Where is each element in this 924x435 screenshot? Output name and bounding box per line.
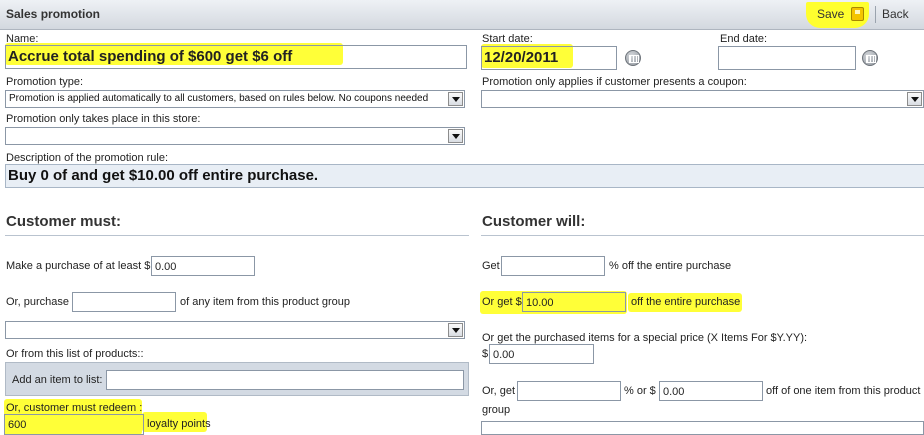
start-date-input[interactable]: 12/20/2011 [481,46,617,70]
loyalty-points-label: loyalty points [147,418,211,430]
store-select[interactable] [5,127,465,145]
add-item-input[interactable] [106,370,464,390]
product-list-label: Or from this list of products:: [6,348,144,360]
calendar-icon[interactable] [625,50,641,66]
customer-will-divider [481,235,924,236]
chevron-down-icon[interactable] [448,92,463,106]
save-icon[interactable] [851,7,864,21]
purchase-label: Make a purchase of at least $ [6,260,151,272]
name-input[interactable]: Accrue total spending of $600 get $6 off [5,45,467,69]
product-group-label: of any item from this product group [180,296,350,308]
coupon-select[interactable] [481,90,924,108]
promotion-type-label: Promotion type: [6,76,84,88]
percent-or-label: % or $ [624,385,656,397]
chevron-down-icon[interactable] [907,92,922,106]
redeem-points-input[interactable]: 600 [4,414,144,435]
special-price-prefix: $ [482,348,489,360]
description-label: Description of the promotion rule: [6,152,169,164]
or-get-suffix: off the entire purchase [631,296,741,308]
end-date-label: End date: [720,33,768,45]
save-button[interactable]: Save [817,7,844,21]
get-percent-input[interactable] [501,256,605,276]
special-price-input[interactable]: 0.00 [489,344,594,364]
title-bar [0,0,924,30]
dollar-off-input[interactable]: 0.00 [659,381,763,401]
purchase-amount-input[interactable]: 0.00 [151,256,255,276]
promotion-type-select[interactable]: Promotion is applied automatically to al… [5,90,465,108]
or-purchase-label: Or, purchase [6,296,69,308]
back-button[interactable]: Back [882,7,909,21]
or-get-item-label: Or, get [482,385,516,397]
promotion-type-value: Promotion is applied automatically to al… [9,93,429,104]
description-text: Buy 0 of and get $10.00 off entire purch… [5,164,924,188]
group-label: group [482,404,511,416]
chevron-down-icon[interactable] [448,129,463,143]
store-label: Promotion only takes place in this store… [6,113,201,125]
chevron-down-icon[interactable] [448,323,463,337]
product-group-select[interactable] [5,321,465,339]
add-item-label: Add an item to list: [12,374,103,386]
reward-group-select[interactable] [481,421,924,435]
or-get-item-quantity-input[interactable] [517,381,621,401]
end-date-input[interactable] [718,46,856,70]
window-title: Sales promotion [6,7,101,21]
redeem-label: Or, customer must redeem : [6,402,143,414]
special-price-label: Or get the purchased items for a special… [482,332,808,344]
calendar-icon[interactable] [862,50,878,66]
get-percent-label: Get [482,260,500,272]
toolbar-separator [875,6,876,23]
customer-will-title: Customer will: [482,213,586,230]
customer-must-divider [5,235,469,236]
or-get-label: Or get $ [482,296,522,308]
get-percent-suffix: % off the entire purchase [609,260,732,272]
or-get-amount-input[interactable]: 10.00 [522,292,626,312]
or-purchase-quantity-input[interactable] [72,292,176,312]
one-item-suffix: off of one item from this product [766,385,921,397]
coupon-label: Promotion only applies if customer prese… [482,76,747,88]
customer-must-title: Customer must: [6,213,122,230]
